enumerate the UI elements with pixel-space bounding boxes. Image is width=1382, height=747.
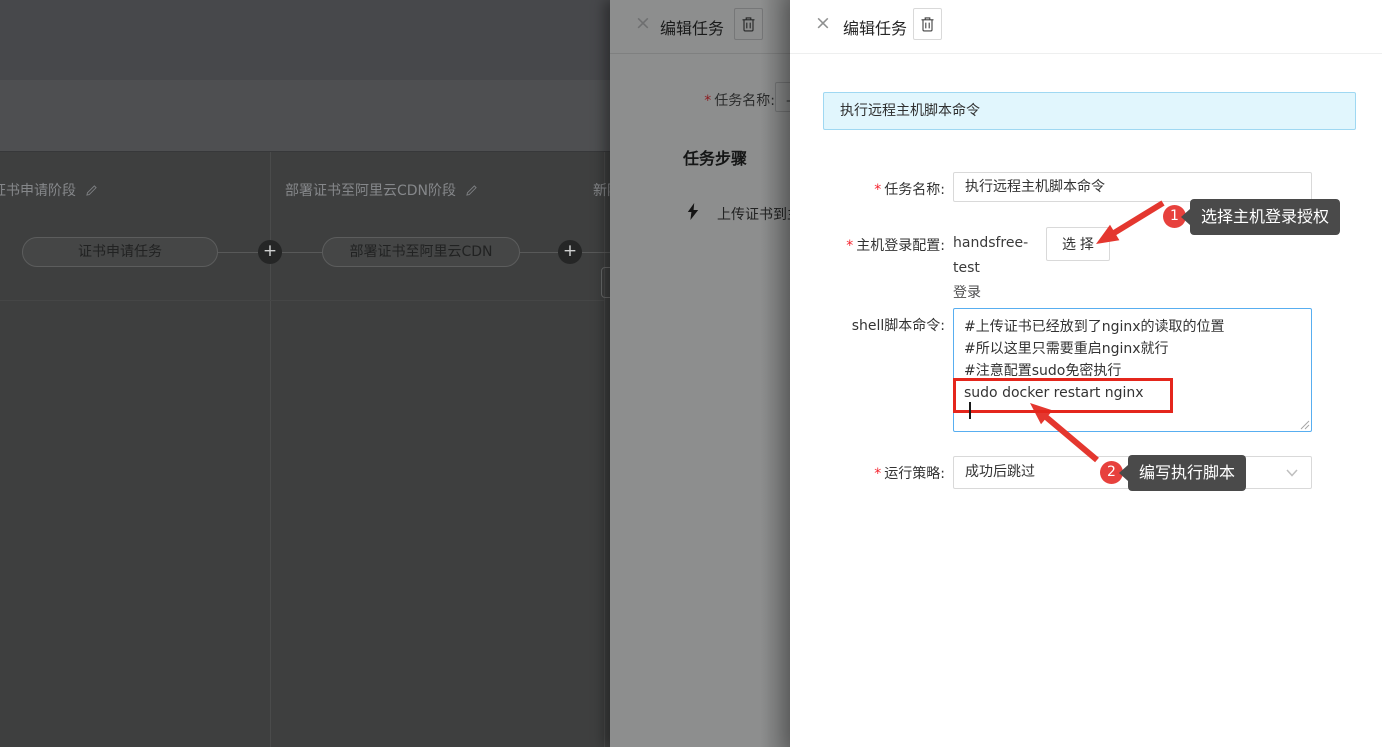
edit-task-drawer: × 编辑任务 执行远程主机脚本命令 *任务名称: 执行远程主机脚本命令 *主机登… [790,0,1382,747]
resize-grip-icon[interactable] [1300,420,1310,430]
edit-pencil-icon[interactable] [86,185,97,196]
tooltip-arrow [1119,465,1128,481]
edit-pencil-icon[interactable] [466,185,477,196]
edit-task-drawer-behind: × 编辑任务 *任务名称: 上传证书到主机 任务步骤 上传证书到主机 [610,0,790,747]
connector-line [282,252,322,253]
required-mark: * [874,466,881,482]
stage-divider [604,152,605,747]
host-login-label: *主机登录配置: [790,236,945,256]
text-caret [969,402,971,419]
trash-icon [920,16,935,32]
run-strategy-value: 成功后跳过 [965,464,1035,480]
divider [790,53,1382,54]
delete-task-button[interactable] [734,8,763,40]
highlight-box-sudo-command [953,378,1173,413]
required-mark: * [846,238,853,254]
stage-title-2: 部署证书至阿里云CDN阶段 [285,181,477,201]
shell-script-textarea[interactable]: #上传证书已经放到了nginx的读取的位置 #所以这里只需要重启nginx就行 … [953,308,1312,432]
chevron-down-icon [1285,468,1299,478]
tooltip-arrow [1181,209,1190,225]
tooltip-step-1: 选择主机登录授权 [1190,199,1340,235]
task-pill-deploy-cdn[interactable]: 部署证书至阿里云CDN [322,237,520,267]
choose-host-button[interactable]: 选 择 [1046,227,1110,261]
host-login-value: handsfree-test 登录 [953,231,1048,306]
drawer-title: 编辑任务 [660,15,724,39]
task-name-input[interactable]: 执行远程主机脚本命令 [953,172,1312,202]
stage-title-text: 部署证书至阿里云CDN阶段 [285,183,456,199]
app-screen: 证书申请阶段 部署证书至阿里云CDN阶段 新阶段 证书申请任务 + 部署证书至阿… [0,0,1382,747]
connector-line [520,252,558,253]
run-strategy-label: *运行策略: [790,464,945,484]
task-type-banner: 执行远程主机脚本命令 [823,92,1356,130]
row-divider [0,300,604,301]
drawer-title: 编辑任务 [843,15,907,39]
delete-task-button[interactable] [913,8,942,40]
close-icon[interactable]: × [635,13,651,33]
trash-icon [741,16,756,32]
tooltip-step-2: 编写执行脚本 [1128,455,1246,491]
task-name-label: *任务名称: [790,180,945,200]
close-icon[interactable]: × [815,13,831,33]
drawer-edge-shadow [760,0,790,747]
shell-script-label: shell脚本命令: [790,316,945,336]
lightning-icon [687,203,699,220]
required-mark: * [874,182,881,198]
add-task-icon[interactable]: + [258,240,282,264]
stage-title-1: 证书申请阶段 [0,181,97,201]
stage-title-text: 证书申请阶段 [0,183,76,199]
task-steps-heading: 任务步骤 [683,145,747,169]
add-task-icon[interactable]: + [558,240,582,264]
task-pill-cert-apply[interactable]: 证书申请任务 [22,237,218,267]
required-mark: * [704,93,711,109]
connector-line [218,252,258,253]
connector-line [582,252,610,253]
